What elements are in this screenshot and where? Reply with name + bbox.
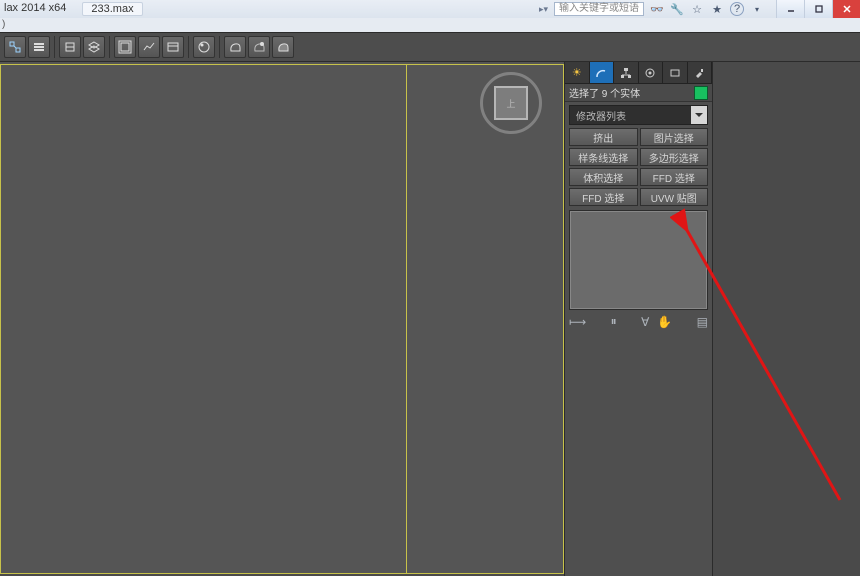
dropdown-arrow-icon[interactable] bbox=[691, 106, 707, 124]
modifier-list-label: 修改器列表 bbox=[576, 108, 626, 123]
viewport-area[interactable] bbox=[0, 62, 564, 574]
viewcube-face[interactable]: 上 bbox=[494, 86, 528, 120]
close-button[interactable] bbox=[832, 0, 860, 18]
file-name-tab[interactable]: 233.max bbox=[82, 2, 142, 16]
toolbar-render-setup-icon[interactable] bbox=[224, 36, 246, 58]
make-unique-icon[interactable]: ∀ bbox=[641, 315, 649, 329]
poly-select-button[interactable]: 多边形选择 bbox=[640, 148, 709, 166]
remove-modifier-icon[interactable]: ✋ bbox=[657, 315, 672, 329]
viewport-border bbox=[0, 64, 564, 574]
sub-bar: ) bbox=[0, 18, 860, 32]
ffd-select2-button[interactable]: FFD 选择 bbox=[569, 188, 638, 206]
star-icon[interactable]: ☆ bbox=[690, 2, 704, 16]
minimize-button[interactable] bbox=[776, 0, 804, 18]
configure-sets-icon[interactable]: ▤ bbox=[697, 315, 708, 329]
toolbar-layer-manager-icon[interactable] bbox=[83, 36, 105, 58]
view-cube[interactable]: 上 bbox=[480, 72, 542, 134]
command-panel: ☀ 选择了 9 个实体 修改器列表 挤出 图片选择 样条线选择 多边形选择 体积… bbox=[564, 62, 712, 576]
pin-stack-icon[interactable]: ⟼ bbox=[569, 315, 586, 329]
tab-modify[interactable] bbox=[590, 62, 615, 83]
viewport-divider[interactable] bbox=[406, 64, 407, 574]
stack-toolbar: ⟼ ⏸ ∀ ✋ ▤ bbox=[569, 314, 708, 329]
ffd-select-button[interactable]: FFD 选择 bbox=[640, 168, 709, 186]
tab-create[interactable]: ☀ bbox=[565, 62, 590, 83]
help-icon[interactable]: ? bbox=[730, 2, 744, 16]
tab-hierarchy[interactable] bbox=[614, 62, 639, 83]
selection-info-row: 选择了 9 个实体 bbox=[565, 84, 712, 102]
modifier-list-dropdown[interactable]: 修改器列表 bbox=[569, 105, 708, 125]
modifier-buttons-grid: 挤出 图片选择 样条线选择 多边形选择 体积选择 FFD 选择 FFD 选择 U… bbox=[569, 128, 708, 206]
uvw-map-button[interactable]: UVW 贴图 bbox=[640, 188, 709, 206]
spline-select-button[interactable]: 样条线选择 bbox=[569, 148, 638, 166]
extrude-button[interactable]: 挤出 bbox=[569, 128, 638, 146]
app-name: lax 2014 x64 bbox=[4, 2, 66, 16]
toolbar-layers-icon[interactable] bbox=[28, 36, 50, 58]
toolbar-select-link-icon[interactable] bbox=[4, 36, 26, 58]
toolbar-material-icon[interactable] bbox=[193, 36, 215, 58]
toolbar-render-icon[interactable] bbox=[272, 36, 294, 58]
favorite-icon[interactable]: ★ bbox=[710, 2, 724, 16]
toolbar-curve-editor-icon[interactable] bbox=[114, 36, 136, 58]
far-right-strip bbox=[712, 62, 860, 576]
show-end-result-icon[interactable]: ⏸ bbox=[611, 314, 617, 329]
dropdown-toggle-icon[interactable]: ▸▾ bbox=[539, 4, 548, 15]
image-select-button[interactable]: 图片选择 bbox=[640, 128, 709, 146]
sun-icon: ☀ bbox=[572, 66, 582, 79]
toolbar-dope-sheet-icon[interactable] bbox=[162, 36, 184, 58]
tab-utilities[interactable] bbox=[688, 62, 713, 83]
toolbar-graph-icon[interactable] bbox=[138, 36, 160, 58]
modifier-stack[interactable] bbox=[569, 210, 708, 310]
maximize-button[interactable] bbox=[804, 0, 832, 18]
toolbar-schematic-icon[interactable] bbox=[59, 36, 81, 58]
toolbar-render-frame-icon[interactable] bbox=[248, 36, 270, 58]
color-swatch[interactable] bbox=[694, 86, 708, 100]
main-toolbar bbox=[0, 32, 860, 62]
window-title-bar: lax 2014 x64 233.max ▸▾ 输入关键字或短语 👓 🔧 ☆ ★… bbox=[0, 0, 860, 18]
help-search-input[interactable]: 输入关键字或短语 bbox=[554, 2, 644, 16]
key-icon[interactable]: 🔧 bbox=[670, 2, 684, 16]
dropdown-icon[interactable]: ▾ bbox=[750, 2, 764, 16]
window-controls bbox=[776, 0, 860, 18]
tab-display[interactable] bbox=[663, 62, 688, 83]
volume-select-button[interactable]: 体积选择 bbox=[569, 168, 638, 186]
title-left: lax 2014 x64 233.max bbox=[0, 2, 143, 16]
tab-motion[interactable] bbox=[639, 62, 664, 83]
binoculars-icon[interactable]: 👓 bbox=[650, 2, 664, 16]
selection-info-text: 选择了 9 个实体 bbox=[569, 85, 690, 100]
command-panel-tabs: ☀ bbox=[565, 62, 712, 84]
